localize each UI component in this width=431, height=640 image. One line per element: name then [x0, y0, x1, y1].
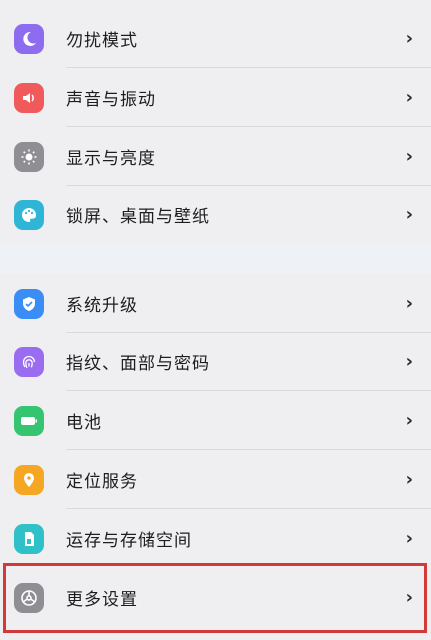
location-icon [14, 464, 44, 495]
shield-icon [14, 288, 44, 319]
setting-label: 指纹、面部与密码 [66, 354, 210, 374]
chevron-right-icon: › [405, 469, 413, 490]
setting-row-system-update[interactable]: 系统升级 › [0, 274, 431, 333]
setting-row-location[interactable]: 定位服务 › [0, 450, 431, 509]
setting-label: 锁屏、桌面与壁纸 [66, 207, 210, 227]
chevron-right-icon: › [405, 351, 413, 372]
battery-icon [14, 405, 44, 436]
chevron-right-icon: › [405, 410, 413, 431]
palette-icon [14, 199, 44, 230]
setting-row-do-not-disturb[interactable]: 勿扰模式 › [0, 9, 431, 68]
chevron-right-icon: › [405, 28, 413, 49]
setting-row-display[interactable]: 显示与亮度 › [0, 127, 431, 186]
setting-row-sound[interactable]: 声音与振动 › [0, 68, 431, 127]
fingerprint-icon [14, 346, 44, 377]
setting-label: 勿扰模式 [66, 31, 138, 51]
setting-label: 运存与存储空间 [66, 531, 192, 551]
setting-label: 显示与亮度 [66, 149, 156, 169]
setting-row-memory-storage[interactable]: 运存与存储空间 › [0, 509, 431, 568]
setting-row-fingerprint-face-password[interactable]: 指纹、面部与密码 › [0, 332, 431, 391]
moon-icon [14, 23, 44, 54]
chevron-right-icon: › [405, 87, 413, 108]
setting-label: 声音与振动 [66, 90, 156, 110]
setting-label: 电池 [66, 413, 102, 433]
chevron-right-icon: › [405, 528, 413, 549]
chevron-right-icon: › [405, 204, 413, 225]
chevron-right-icon: › [405, 146, 413, 167]
setting-label: 系统升级 [66, 296, 138, 316]
setting-row-lockscreen-wallpaper[interactable]: 锁屏、桌面与壁纸 › [0, 185, 431, 244]
setting-label: 定位服务 [66, 472, 138, 492]
speaker-icon [14, 82, 44, 113]
section-spacer [0, 244, 431, 274]
highlight-frame [3, 563, 427, 633]
sun-icon [14, 141, 44, 172]
setting-row-battery[interactable]: 电池 › [0, 391, 431, 450]
storage-icon [14, 523, 44, 554]
chevron-right-icon: › [405, 293, 413, 314]
